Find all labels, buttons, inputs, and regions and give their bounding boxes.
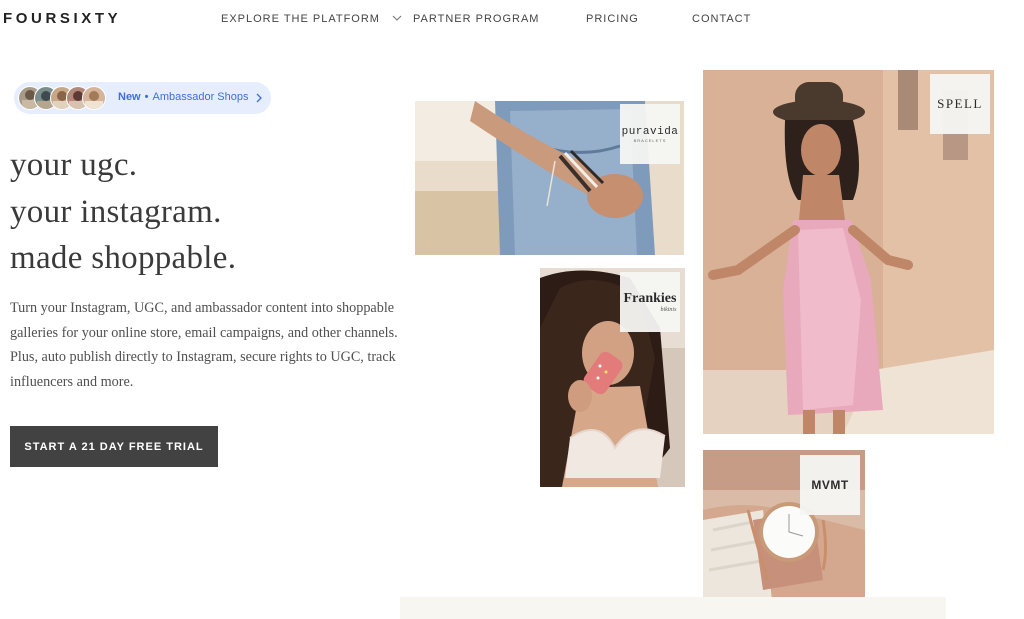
nav-contact[interactable]: CONTACT <box>692 13 751 25</box>
headline-line-2: your instagram. <box>10 193 222 230</box>
nav-partner-program[interactable]: PARTNER PROGRAM <box>413 13 539 25</box>
gallery-tile-puravida[interactable]: puravida BRACELETS <box>415 101 684 255</box>
brand-badge-frankies: Frankies bikinis <box>620 272 680 332</box>
headline-line-3: made shoppable. <box>10 240 237 276</box>
ambassador-shops-announcement[interactable]: New • Ambassador Shops <box>14 82 271 114</box>
start-free-trial-button[interactable]: START A 21 DAY FREE TRIAL <box>10 426 218 467</box>
hero-headline: your ugc. your instagram. made shoppable… <box>10 142 236 282</box>
brand-name: SPELL <box>937 96 983 111</box>
chevron-down-icon <box>392 15 402 21</box>
brand-badge-spell: SPELL <box>930 74 990 134</box>
gallery-tile-spell[interactable]: SPELL <box>703 70 994 434</box>
nav-partner-label: PARTNER PROGRAM <box>413 13 540 25</box>
brand-name: Frankies <box>623 291 677 306</box>
brand-name: puravida <box>621 125 679 138</box>
brand-sub: BRACELETS <box>633 137 667 143</box>
section-footer-band <box>400 597 946 619</box>
brand-badge-puravida: puravida BRACELETS <box>620 104 680 164</box>
brand-sub: bikinis <box>660 307 677 313</box>
brand-name: MVMT <box>811 478 849 492</box>
nav-explore-platform[interactable]: EXPLORE THE PLATFORM <box>221 13 402 25</box>
gallery-tile-frankies[interactable]: Frankies bikinis <box>540 268 685 487</box>
nav-explore-label: EXPLORE THE PLATFORM <box>221 13 380 25</box>
foursixty-logo[interactable]: FOURSIXTY <box>3 10 121 27</box>
nav-pricing-label: PRICING <box>586 13 639 25</box>
headline-line-1: your ugc. <box>10 147 138 183</box>
announcement-label: Ambassador Shops <box>152 91 249 103</box>
new-label: New <box>118 91 141 103</box>
announcement-text: New • Ambassador Shops <box>118 91 248 103</box>
separator-dot: • <box>144 91 149 103</box>
avatar <box>82 86 106 110</box>
gallery-tile-mvmt[interactable]: MVMT <box>703 450 865 612</box>
hero-description: Turn your Instagram, UGC, and ambassador… <box>10 300 398 390</box>
nav-pricing[interactable]: PRICING <box>586 13 639 25</box>
brand-badge-mvmt: MVMT <box>800 455 860 515</box>
nav-contact-label: CONTACT <box>692 13 752 25</box>
chevron-right-icon <box>256 93 262 103</box>
